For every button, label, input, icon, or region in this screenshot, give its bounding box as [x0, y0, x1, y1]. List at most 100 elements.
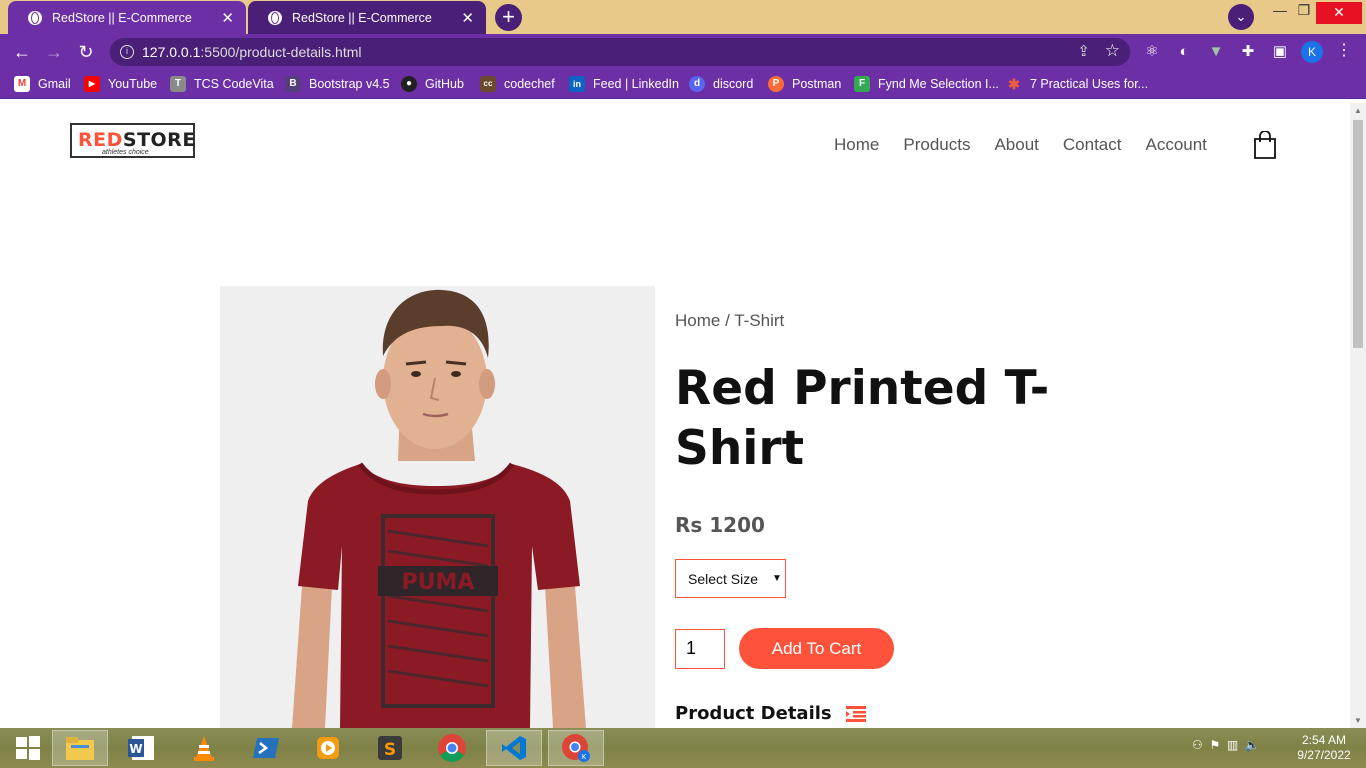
bookmark-star-icon[interactable]: ☆: [1105, 41, 1120, 61]
bookmark-postman[interactable]: P Postman: [768, 76, 841, 92]
scroll-down-icon[interactable]: ▼: [1354, 716, 1362, 725]
bookmark-label: Bootstrap v4.5: [309, 77, 390, 91]
close-tab-icon[interactable]: ✕: [461, 9, 474, 27]
linkedin-icon: in: [569, 76, 585, 92]
svg-text:K: K: [582, 753, 587, 761]
extensions-puzzle-icon[interactable]: ✚: [1238, 42, 1258, 62]
quantity-input[interactable]: 1: [675, 628, 725, 669]
bookmark-linkedin[interactable]: in Feed | LinkedIn: [569, 76, 679, 92]
start-button[interactable]: [0, 730, 56, 766]
svg-text:W: W: [129, 742, 142, 756]
more-menu-icon[interactable]: ⋮: [1336, 40, 1352, 60]
globe-icon: [28, 10, 42, 25]
new-tab-button[interactable]: +: [495, 4, 522, 31]
page-viewport: REDSTORE athletes choice Home Products A…: [0, 103, 1350, 728]
powershell-taskbar[interactable]: [238, 730, 294, 766]
windows-taskbar: W S K ⚇ ⚑ ▥ 🔈 2:54 AM 9/27/2022: [0, 728, 1366, 768]
chrome-profile-icon: K: [562, 734, 590, 762]
vue-devtools-icon[interactable]: ▼: [1206, 42, 1226, 62]
bookmark-youtube[interactable]: ▶ YouTube: [84, 76, 157, 92]
bookmark-label: Feed | LinkedIn: [593, 77, 679, 91]
product-title: Red Printed T-Shirt: [675, 361, 1050, 476]
file-explorer-taskbar[interactable]: [52, 730, 108, 766]
back-arrow-icon[interactable]: ←: [10, 40, 34, 64]
breadcrumb: Home / T-Shirt: [675, 311, 785, 330]
bookmark-label: 7 Practical Uses for...: [1030, 77, 1149, 91]
bookmark-label: YouTube: [108, 77, 158, 91]
bookmark-codechef[interactable]: cc codechef: [480, 76, 555, 92]
browser-tab-1[interactable]: RedStore || E-Commerce ✕: [8, 1, 246, 34]
product-price: Rs 1200: [675, 513, 765, 537]
bookmark-discord[interactable]: d discord: [689, 76, 753, 92]
flag-icon[interactable]: ⚑: [1209, 738, 1220, 752]
tab-title: RedStore || E-Commerce: [292, 10, 432, 25]
product-details-column: Home / T-Shirt Red Printed T-Shirt Rs 12…: [675, 311, 1095, 724]
people-icon[interactable]: ⚇: [1192, 738, 1203, 752]
bookmark-github[interactable]: ● GitHub: [401, 76, 464, 92]
redstore-logo[interactable]: REDSTORE athletes choice: [70, 123, 195, 158]
reload-icon[interactable]: ↻: [74, 40, 98, 64]
gmail-icon: M: [14, 76, 30, 92]
indent-list-icon[interactable]: [845, 705, 866, 722]
logo-tagline: athletes choice: [102, 149, 149, 156]
clock-date: 9/27/2022: [1297, 748, 1351, 762]
side-panel-icon[interactable]: ▣: [1270, 42, 1290, 62]
scrollbar-thumb[interactable]: [1353, 120, 1363, 348]
vlc-taskbar[interactable]: [176, 730, 232, 766]
nav-account[interactable]: Account: [1145, 135, 1206, 155]
system-tray[interactable]: ⚇ ⚑ ▥ 🔈: [1192, 738, 1260, 752]
chevron-down-icon: ▼: [772, 573, 782, 584]
powershell-icon: [253, 738, 279, 758]
word-taskbar[interactable]: W: [114, 730, 170, 766]
browser-tab-2[interactable]: RedStore || E-Commerce ✕: [248, 1, 486, 34]
chrome-taskbar[interactable]: [424, 730, 480, 766]
media-player-taskbar[interactable]: [300, 730, 356, 766]
chrome-profile-taskbar[interactable]: K: [548, 730, 604, 766]
chrome-icon: [438, 734, 466, 762]
network-icon[interactable]: ▥: [1227, 738, 1238, 752]
browser-toolbar: ← → ↻ i 127.0.0.1:5500/product-details.h…: [0, 34, 1366, 70]
size-select[interactable]: Select Size ▼: [675, 559, 786, 598]
extension-icon[interactable]: ◐: [1174, 42, 1194, 62]
main-nav: Home Products About Contact Account: [834, 135, 1231, 155]
bookmark-gmail[interactable]: M Gmail: [14, 76, 71, 92]
bookmark-label: Gmail: [38, 77, 71, 91]
window-minimize-button[interactable]: —: [1268, 2, 1292, 24]
window-close-button[interactable]: ✕: [1316, 2, 1362, 24]
size-select-value: Select Size: [688, 570, 759, 587]
nav-contact[interactable]: Contact: [1063, 135, 1122, 155]
nav-home[interactable]: Home: [834, 135, 879, 155]
shopping-bag-icon[interactable]: [1253, 131, 1277, 159]
window-restore-button[interactable]: ❐: [1292, 2, 1316, 24]
address-bar[interactable]: i 127.0.0.1:5500/product-details.html ⇪ …: [110, 38, 1130, 66]
taskbar-clock[interactable]: 2:54 AM 9/27/2022: [1290, 733, 1358, 763]
product-image: PUMA: [220, 286, 655, 728]
bookmark-label: Fynd Me Selection I...: [878, 77, 999, 91]
scroll-up-icon[interactable]: ▲: [1354, 106, 1362, 115]
bookmark-label: discord: [713, 77, 754, 91]
tab-search-button[interactable]: ⌄: [1228, 4, 1254, 30]
vscode-taskbar[interactable]: [486, 730, 542, 766]
share-icon[interactable]: ⇪: [1077, 42, 1090, 60]
model-tshirt-illustration: PUMA: [292, 289, 586, 728]
volume-icon[interactable]: 🔈: [1245, 738, 1260, 752]
bookmark-practical-uses[interactable]: ✱ 7 Practical Uses for...: [1006, 76, 1148, 92]
bookmark-bootstrap[interactable]: B Bootstrap v4.5: [285, 76, 390, 92]
site-info-icon[interactable]: i: [120, 45, 134, 59]
bookmark-tcs-codevita[interactable]: T TCS CodeVita: [170, 76, 274, 92]
github-icon: ●: [401, 76, 417, 92]
bookmark-fynd[interactable]: F Fynd Me Selection I...: [854, 76, 999, 92]
nav-products[interactable]: Products: [903, 135, 970, 155]
globe-icon: [268, 10, 282, 25]
forward-arrow-icon[interactable]: →: [42, 40, 66, 64]
react-devtools-icon[interactable]: ⚛: [1142, 42, 1162, 62]
sublime-taskbar[interactable]: S: [362, 730, 418, 766]
bootstrap-icon: B: [285, 76, 301, 92]
page-scrollbar[interactable]: ▲ ▼: [1350, 103, 1366, 728]
profile-avatar[interactable]: K: [1301, 41, 1323, 63]
media-player-icon: [317, 737, 339, 759]
nav-about[interactable]: About: [994, 135, 1038, 155]
add-to-cart-button[interactable]: Add To Cart: [739, 628, 894, 669]
postman-icon: P: [768, 76, 784, 92]
close-tab-icon[interactable]: ✕: [221, 9, 234, 27]
